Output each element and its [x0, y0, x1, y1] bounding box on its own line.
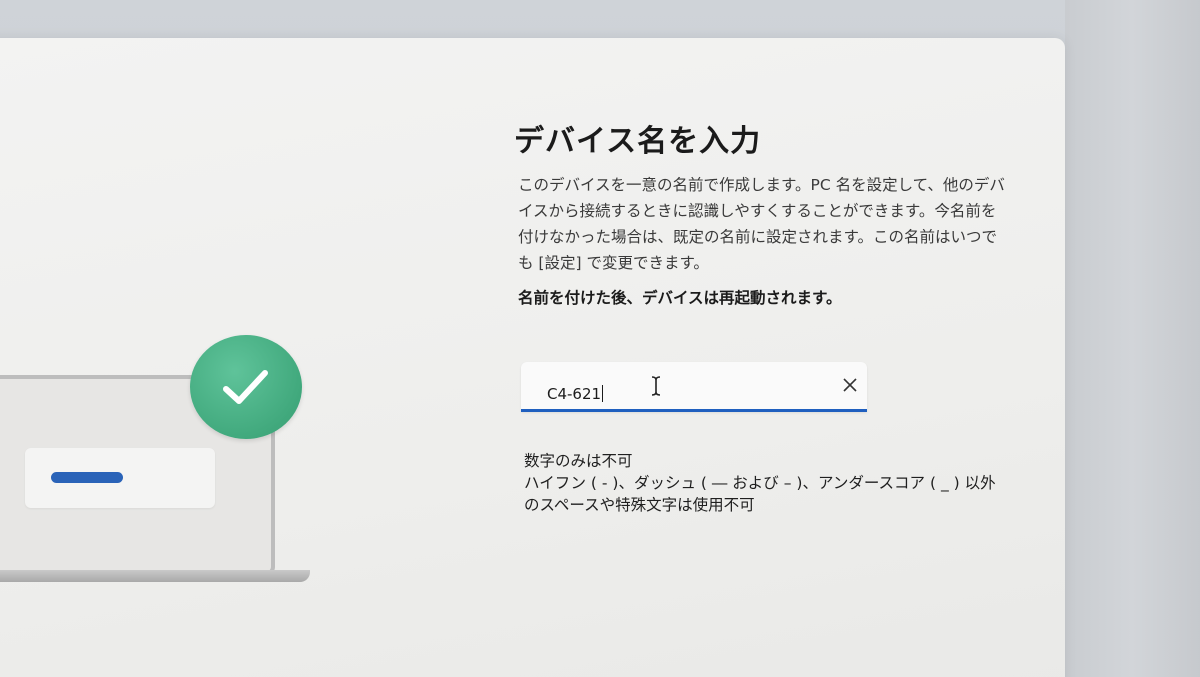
rule-line: のスペースや特殊文字は使用不可 — [524, 496, 755, 514]
device-name-input[interactable]: C4-621 — [521, 362, 867, 412]
close-icon[interactable] — [839, 374, 861, 396]
text-caret — [602, 385, 604, 402]
text-cursor-icon — [651, 376, 661, 396]
illustration-progress-bar — [51, 472, 123, 483]
device-illustration — [0, 330, 320, 590]
description-line: イスから接続するときに認識しやすくすることができます。今名前を — [518, 202, 997, 220]
restart-notice: 名前を付けた後、デバイスは再起動されます。 — [518, 289, 842, 307]
device-name-text: C4-621 — [547, 385, 602, 403]
illustration-card — [25, 448, 215, 508]
monitor-bezel — [1065, 0, 1200, 677]
page-title: デバイス名を入力 — [514, 124, 762, 159]
check-icon — [223, 370, 268, 404]
validation-rules: 数字のみは不可 ハイフン ( - )、ダッシュ ( ― および – )、アンダー… — [524, 450, 996, 516]
description-text: このデバイスを一意の名前で作成します。PC 名を設定して、他のデバ イスから接続… — [518, 172, 1038, 276]
rule-line: 数字のみは不可 — [524, 452, 633, 470]
description-line: も [設定] で変更できます。 — [518, 254, 709, 272]
description-line: このデバイスを一意の名前で作成します。PC 名を設定して、他のデバ — [518, 176, 1005, 194]
device-name-value[interactable]: C4-621 — [547, 385, 604, 403]
rule-line: ハイフン ( - )、ダッシュ ( ― および – )、アンダースコア ( _ … — [524, 474, 996, 492]
description-line: 付けなかった場合は、既定の名前に設定されます。この名前はいつで — [518, 228, 997, 246]
success-badge — [190, 335, 302, 439]
laptop-base — [0, 570, 310, 582]
